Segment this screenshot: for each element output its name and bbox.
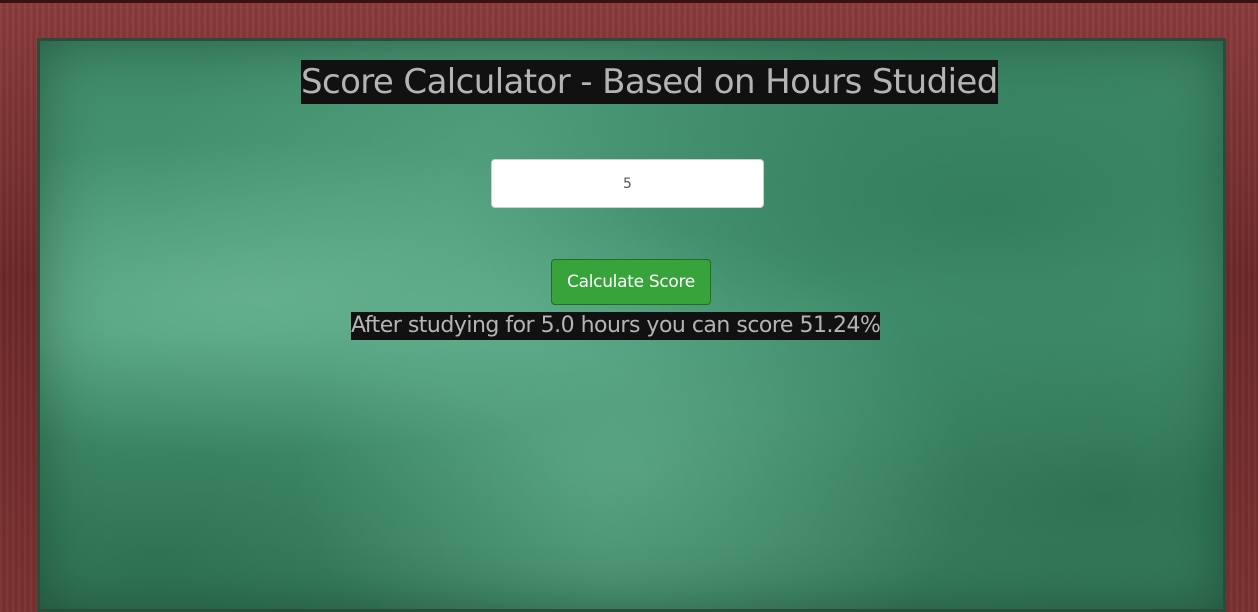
frame-top-edge [0, 0, 1258, 3]
calculate-score-button[interactable]: Calculate Score [551, 259, 711, 305]
hours-input[interactable] [491, 159, 764, 208]
page-title: Score Calculator - Based on Hours Studie… [301, 60, 998, 104]
result-text: After studying for 5.0 hours you can sco… [351, 312, 881, 340]
